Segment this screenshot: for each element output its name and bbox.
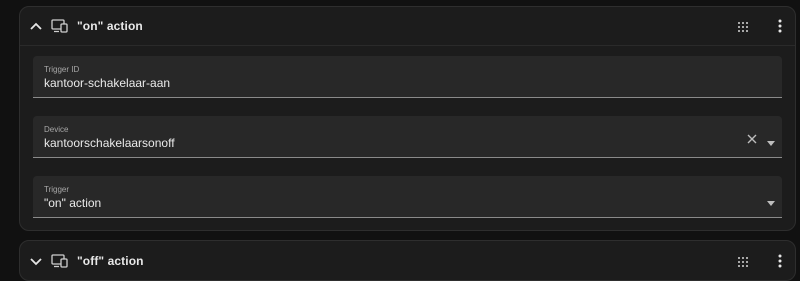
trigger-id-value[interactable]: kantoor-schakelaar-aan	[44, 76, 170, 90]
card-title: "off" action	[77, 254, 144, 268]
trigger-card-on: "on" action Trigger ID kantoor-schakelaa…	[19, 6, 796, 231]
more-vert-icon[interactable]	[777, 254, 783, 268]
trigger-card-off: "off" action	[19, 240, 796, 281]
card-title: "on" action	[77, 19, 143, 33]
card-header[interactable]: "off" action	[20, 241, 795, 279]
dropdown-arrow-icon[interactable]	[767, 133, 775, 146]
device-icon	[51, 19, 69, 33]
device-label: Device	[44, 125, 69, 134]
device-value: kantoorschakelaarsonoff	[44, 136, 175, 150]
device-select[interactable]: Device kantoorschakelaarsonoff	[33, 116, 782, 158]
dropdown-arrow-icon[interactable]	[767, 193, 775, 206]
device-icon	[51, 254, 69, 268]
more-vert-icon[interactable]	[777, 19, 783, 33]
trigger-label: Trigger	[44, 185, 70, 194]
close-icon[interactable]	[747, 131, 757, 144]
trigger-id-field[interactable]: Trigger ID kantoor-schakelaar-aan	[33, 56, 782, 98]
drag-handle-icon[interactable]	[737, 255, 749, 267]
trigger-value: "on" action	[44, 196, 102, 210]
trigger-id-label: Trigger ID	[44, 65, 80, 74]
chevron-up-icon[interactable]	[29, 19, 43, 33]
chevron-down-icon[interactable]	[29, 255, 43, 269]
card-header[interactable]: "on" action	[20, 7, 795, 46]
trigger-select[interactable]: Trigger "on" action	[33, 176, 782, 218]
drag-handle-icon[interactable]	[737, 20, 749, 32]
